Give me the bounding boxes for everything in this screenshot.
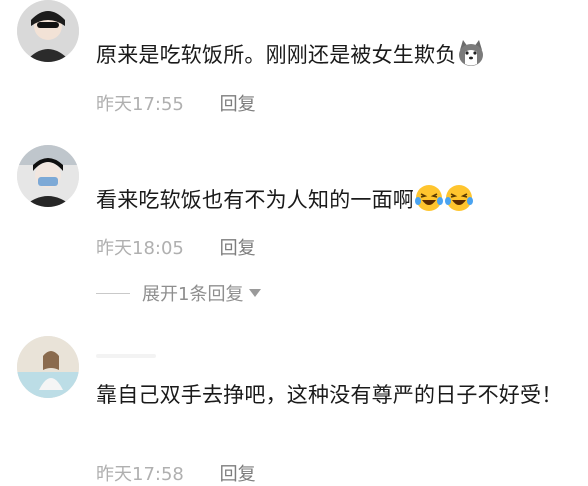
comment-text-content: 看来吃软饭也有不为人知的一面啊 [96, 188, 414, 212]
comment-meta: 昨天17:55 回复 [96, 90, 256, 116]
timestamp: 昨天17:58 [96, 464, 184, 485]
divider-line [96, 292, 130, 294]
reply-button[interactable]: 回复 [220, 460, 256, 486]
timestamp: 昨天18:05 [96, 238, 184, 259]
avatar[interactable] [17, 336, 79, 398]
laughing-crying-emoji [414, 183, 444, 225]
reply-button[interactable]: 回复 [220, 234, 256, 260]
comment-text: 靠自己双手去挣吧，这种没有尊严的日子不好受！ [96, 377, 576, 414]
expand-replies-label: 展开1条回复 [142, 284, 244, 305]
expand-replies-button[interactable]: 展开1条回复 [96, 280, 262, 306]
comment-meta: 昨天18:05 回复 [96, 234, 256, 260]
comment-text: 原来是吃软饭所。刚刚还是被女生欺负 [96, 37, 576, 80]
comment-text: 看来吃软饭也有不为人知的一面啊 [96, 182, 576, 225]
timestamp: 昨天17:55 [96, 94, 184, 115]
caret-down-icon [249, 289, 262, 297]
avatar[interactable] [17, 0, 79, 62]
reply-button[interactable]: 回复 [220, 90, 256, 116]
avatar[interactable] [17, 145, 79, 207]
comment-meta: 昨天17:58 回复 [96, 460, 256, 486]
comment-text-content: 原来是吃软饭所。刚刚还是被女生欺负 [96, 43, 457, 67]
username [96, 354, 156, 358]
laughing-crying-emoji [444, 183, 474, 225]
comment-text-content: 靠自己双手去挣吧，这种没有尊严的日子不好受！ [96, 383, 563, 407]
husky-face-emoji [456, 38, 486, 80]
